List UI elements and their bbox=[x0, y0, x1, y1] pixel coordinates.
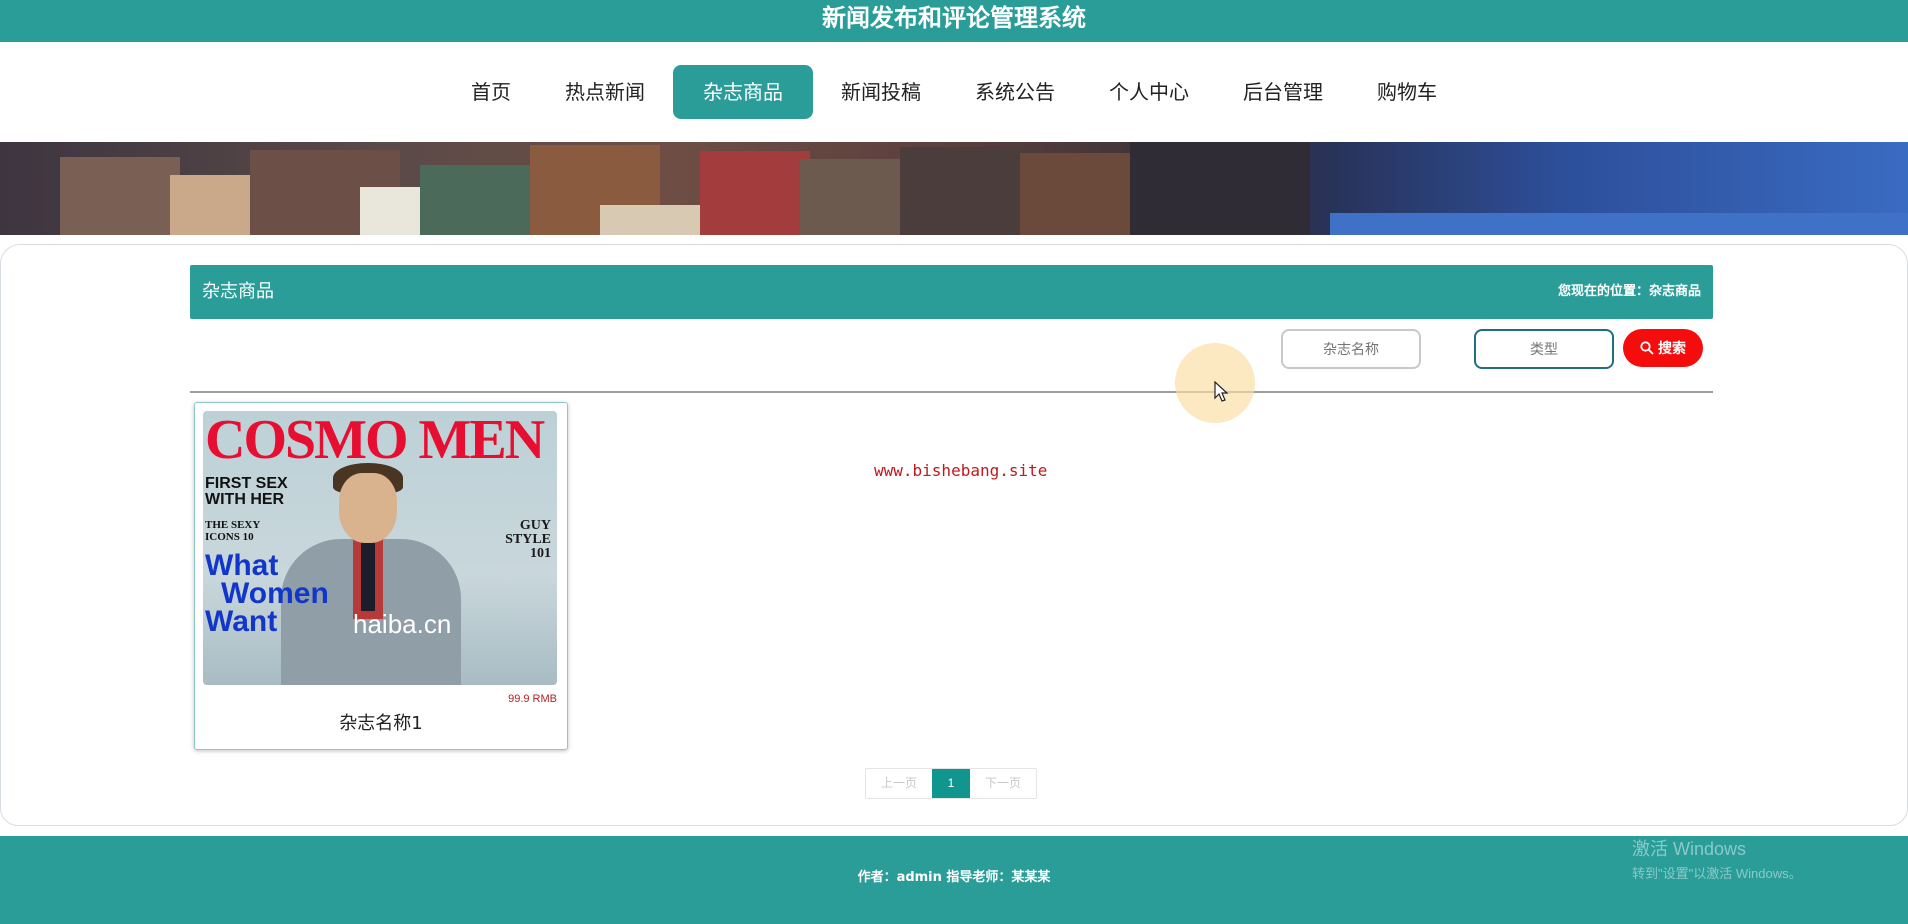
pagination: 上一页 1 下一页 bbox=[865, 768, 1037, 799]
nav-item-admin[interactable]: 后台管理 bbox=[1217, 65, 1349, 119]
type-search-input[interactable] bbox=[1474, 329, 1614, 369]
product-name[interactable]: 杂志名称1 bbox=[195, 709, 567, 735]
site-header: 新闻发布和评论管理系统 bbox=[0, 0, 1908, 42]
magazine-name-search-input[interactable] bbox=[1281, 329, 1421, 369]
section-title: 杂志商品 bbox=[202, 281, 274, 302]
site-footer: 作者：admin 指导老师：某某某 bbox=[0, 836, 1908, 924]
divider bbox=[190, 391, 1713, 393]
nav-item-hot-news[interactable]: 热点新闻 bbox=[539, 65, 671, 119]
magazine-cover-image: COSMO MEN FIRST SEX WITH HER THE SEXY IC… bbox=[203, 411, 557, 685]
page-1-button[interactable]: 1 bbox=[932, 769, 970, 798]
footer-credits: 作者：admin 指导老师：某某某 bbox=[857, 870, 1051, 885]
main-nav: 首页 热点新闻 杂志商品 新闻投稿 系统公告 个人中心 后台管理 购物车 bbox=[0, 42, 1908, 142]
next-page-button[interactable]: 下一页 bbox=[970, 769, 1036, 798]
product-card[interactable]: COSMO MEN FIRST SEX WITH HER THE SEXY IC… bbox=[194, 402, 568, 750]
search-button-label: 搜索 bbox=[1658, 341, 1686, 357]
breadcrumb: 您现在的位置：杂志商品 bbox=[1557, 284, 1701, 299]
nav-item-magazines[interactable]: 杂志商品 bbox=[673, 65, 813, 119]
site-title: 新闻发布和评论管理系统 bbox=[822, 4, 1086, 32]
windows-activation-watermark: 激活 Windows 转到"设置"以激活 Windows。 bbox=[1632, 839, 1802, 881]
nav-item-cart[interactable]: 购物车 bbox=[1351, 65, 1463, 119]
nav-item-announcements[interactable]: 系统公告 bbox=[949, 65, 1081, 119]
search-button[interactable]: 搜索 bbox=[1623, 329, 1703, 367]
prev-page-button[interactable]: 上一页 bbox=[866, 769, 932, 798]
site-watermark-text: www.bishebang.site bbox=[874, 461, 1048, 480]
product-price: 99.9 RMB bbox=[508, 693, 557, 705]
nav-item-home[interactable]: 首页 bbox=[445, 65, 537, 119]
nav-item-personal-center[interactable]: 个人中心 bbox=[1083, 65, 1215, 119]
section-header: 杂志商品 您现在的位置：杂志商品 bbox=[190, 265, 1713, 319]
mouse-cursor-icon bbox=[1214, 381, 1229, 402]
banner-image bbox=[0, 142, 1908, 235]
search-icon bbox=[1640, 341, 1654, 355]
nav-item-news-submission[interactable]: 新闻投稿 bbox=[815, 65, 947, 119]
